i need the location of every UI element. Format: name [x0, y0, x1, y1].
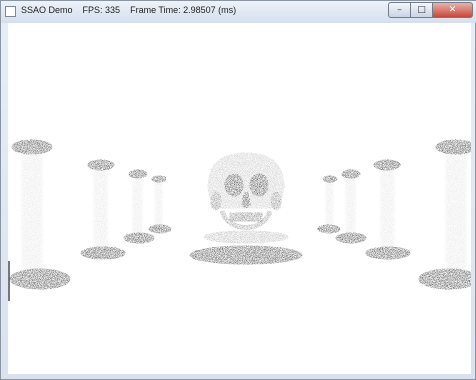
pillar-shaft: [325, 180, 334, 227]
pillar-base: [80, 246, 126, 260]
pillar-base: [148, 224, 172, 234]
pillar-base: [365, 246, 411, 260]
render-viewport[interactable]: [8, 23, 471, 374]
pillar-base: [418, 268, 471, 290]
pillar-shaft: [154, 180, 163, 227]
pillar-base: [9, 268, 71, 290]
pillar-cap: [435, 139, 471, 155]
app-window: SSAO Demo FPS: 335 Frame Time: 2.98507 (…: [0, 0, 476, 380]
minimize-button[interactable]: –: [388, 2, 411, 18]
pillar-shaft: [132, 176, 143, 236]
pillar-shaft: [21, 152, 43, 272]
skull-pedestal: [189, 245, 303, 265]
skull-right-eye-socket: [249, 173, 269, 197]
title-bar[interactable]: SSAO Demo FPS: 335 Frame Time: 2.98507 (…: [1, 1, 476, 23]
pillar-shaft: [345, 176, 356, 236]
caption-buttons: – □ ✕: [388, 2, 473, 18]
skull-teeth: [229, 212, 263, 222]
frame-time-readout: Frame Time: 2.98507 (ms): [130, 5, 237, 15]
maximize-button[interactable]: □: [411, 2, 433, 18]
pillar-shaft: [445, 152, 467, 272]
skull-right-cheek: [270, 191, 282, 211]
pillar-base: [123, 232, 155, 244]
app-icon: [5, 6, 16, 17]
viewport-left-edge: [8, 261, 10, 301]
pillar-shaft: [380, 168, 395, 252]
title-app-name: SSAO Demo: [21, 5, 73, 15]
skull-left-cheek: [210, 191, 222, 211]
pillar-base: [335, 232, 367, 244]
maximize-icon: □: [417, 5, 426, 15]
close-icon: ✕: [448, 5, 457, 15]
skull-pedestal-rim: [203, 230, 289, 244]
pillar-shaft: [93, 168, 108, 252]
ssao-scene: [8, 23, 471, 374]
skull-left-eye-socket: [224, 173, 244, 197]
fps-readout: FPS: 335: [82, 5, 121, 15]
pillar-base: [317, 224, 341, 234]
close-button[interactable]: ✕: [433, 2, 473, 18]
window-title: SSAO Demo FPS: 335 Frame Time: 2.98507 (…: [21, 5, 236, 15]
minimize-icon: –: [397, 5, 402, 15]
pillar-cap: [11, 139, 53, 155]
skull-nasal-cavity: [241, 192, 251, 209]
